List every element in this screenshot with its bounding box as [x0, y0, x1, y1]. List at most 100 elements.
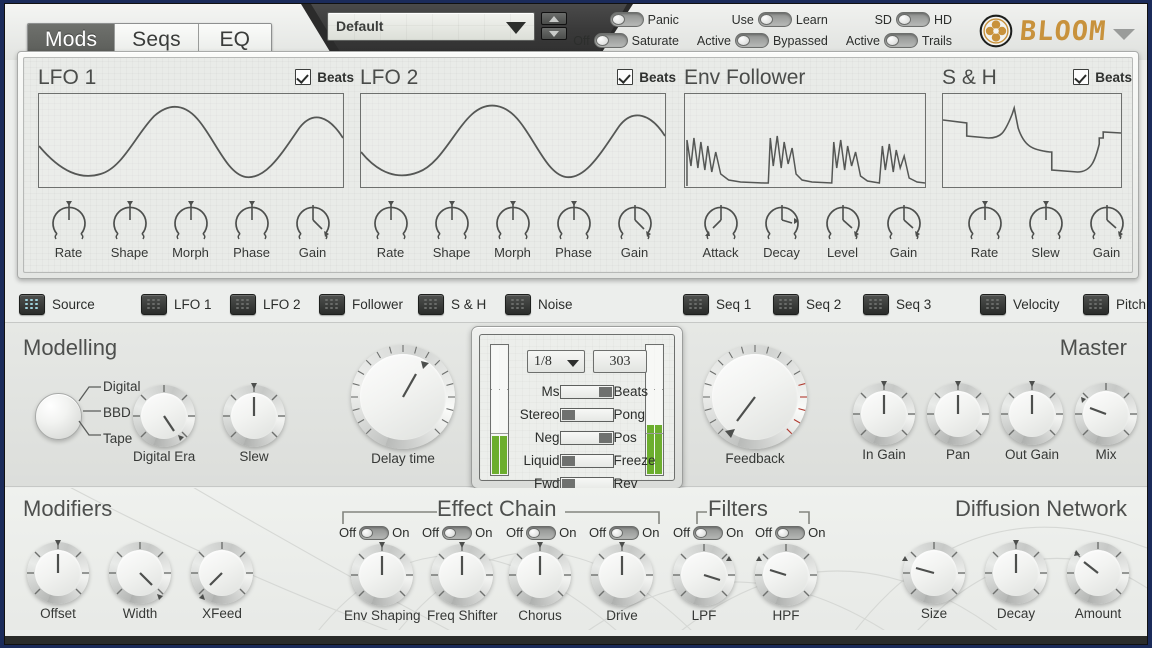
delay-switch-stereo-pong[interactable]: Stereo Pong	[514, 405, 659, 424]
knob-dial[interactable]	[351, 345, 455, 449]
neg-pos-switch[interactable]	[560, 431, 614, 445]
knob-lfo2-phase[interactable]: Phase	[543, 198, 604, 260]
knob-xfeed[interactable]: XFeed	[191, 542, 253, 621]
sh-waveform-display[interactable]	[942, 93, 1122, 188]
knob-lfo1-phase[interactable]: Phase	[221, 198, 282, 260]
brand-area[interactable]: BLOOM	[979, 14, 1135, 48]
knob-lfo2-shape[interactable]: Shape	[421, 198, 482, 260]
knob-lfo1-morph[interactable]: Morph	[160, 198, 221, 260]
knob-dial[interactable]	[927, 383, 989, 445]
lfo1-beats-toggle[interactable]: Beats	[295, 69, 354, 85]
lfo2-beats-checkbox[interactable]	[617, 69, 633, 85]
knob-dial[interactable]	[882, 198, 926, 242]
knob-drive[interactable]: Drive	[591, 544, 653, 623]
preset-next-button[interactable]	[541, 27, 567, 40]
panic-switch[interactable]	[610, 12, 644, 27]
knob-feedback[interactable]: Feedback	[703, 345, 807, 466]
knob-dial[interactable]	[27, 542, 89, 604]
delay-switch-ms-beats[interactable]: Ms Beats	[514, 382, 659, 401]
knob-sh-slew[interactable]: Slew	[1015, 198, 1076, 260]
source-button-lfo1[interactable]: LFO 1	[141, 294, 212, 315]
sh-beats-checkbox[interactable]	[1073, 69, 1089, 85]
sh-beats-toggle[interactable]: Beats	[1073, 69, 1132, 85]
knob-lfo2-morph[interactable]: Morph	[482, 198, 543, 260]
knob-dial[interactable]	[985, 542, 1047, 604]
knob-env-level[interactable]: Level	[812, 198, 873, 260]
source-button-lfo2[interactable]: LFO 2	[230, 294, 301, 315]
freq-shifter-switch[interactable]	[442, 526, 472, 540]
knob-lpf[interactable]: LPF	[673, 544, 735, 623]
toggle-env-shaping[interactable]: Off On	[339, 525, 409, 540]
knob-decay[interactable]: Decay	[985, 542, 1047, 621]
knob-lfo1-shape[interactable]: Shape	[99, 198, 160, 260]
knob-width[interactable]: Width	[109, 542, 171, 621]
knob-dial[interactable]	[613, 198, 657, 242]
lpf-switch[interactable]	[693, 526, 723, 540]
knob-dial[interactable]	[963, 198, 1007, 242]
source-button-seq1[interactable]: Seq 1	[683, 294, 751, 315]
knob-mix[interactable]: Mix	[1075, 383, 1137, 462]
delay-ms-field[interactable]: 303	[593, 350, 647, 373]
knob-dial[interactable]	[509, 544, 571, 606]
learn-switch[interactable]	[758, 12, 792, 27]
knob-offset[interactable]: Offset	[27, 542, 89, 621]
knob-dial[interactable]	[755, 544, 817, 606]
knob-amount[interactable]: Amount	[1067, 542, 1129, 621]
lfo2-beats-toggle[interactable]: Beats	[617, 69, 676, 85]
knob-dial[interactable]	[47, 198, 91, 242]
lfo1-beats-checkbox[interactable]	[295, 69, 311, 85]
knob-dial[interactable]	[109, 542, 171, 604]
drive-switch[interactable]	[609, 526, 639, 540]
env-shaping-switch[interactable]	[359, 526, 389, 540]
knob-dial[interactable]	[169, 198, 213, 242]
saturate-switch[interactable]	[594, 33, 628, 48]
division-dropdown[interactable]: 1/8	[527, 350, 585, 373]
toggle-chorus[interactable]: Off On	[506, 525, 576, 540]
stereo-pong-switch[interactable]	[560, 408, 614, 422]
knob-dial[interactable]	[1001, 383, 1063, 445]
knob-dial[interactable]	[853, 383, 915, 445]
source-button-source[interactable]: Source	[19, 294, 95, 315]
chorus-switch[interactable]	[526, 526, 556, 540]
lfo2-waveform-display[interactable]	[360, 93, 666, 188]
knob-sh-gain[interactable]: Gain	[1076, 198, 1137, 260]
source-button-seq3[interactable]: Seq 3	[863, 294, 931, 315]
source-button-noise[interactable]: Noise	[505, 294, 573, 315]
knob-freq-shifter[interactable]: Freq Shifter	[427, 544, 498, 623]
knob-dial[interactable]	[351, 544, 413, 606]
knob-modelling-slew[interactable]: Slew	[223, 385, 285, 464]
knob-dial[interactable]	[223, 385, 285, 447]
knob-dial[interactable]	[291, 198, 335, 242]
knob-dial[interactable]	[1067, 542, 1129, 604]
ms-beats-switch[interactable]	[560, 385, 614, 399]
knob-env-gain[interactable]: Gain	[873, 198, 934, 260]
knob-out-gain[interactable]: Out Gain	[1001, 383, 1063, 462]
knob-digital-era[interactable]: Digital Era	[133, 385, 195, 464]
knob-lfo1-gain[interactable]: Gain	[282, 198, 343, 260]
toggle-row-bypass[interactable]: Active Bypassed	[697, 32, 828, 49]
knob-in-gain[interactable]: In Gain	[853, 383, 915, 462]
knob-delay-time[interactable]: Delay time	[351, 345, 455, 466]
knob-dial[interactable]	[430, 198, 474, 242]
knob-dial[interactable]	[552, 198, 596, 242]
source-button-follower[interactable]: Follower	[319, 294, 403, 315]
knob-lfo2-gain[interactable]: Gain	[604, 198, 665, 260]
knob-dial[interactable]	[431, 544, 493, 606]
knob-dial[interactable]	[369, 198, 413, 242]
knob-dial[interactable]	[821, 198, 865, 242]
knob-hpf[interactable]: HPF	[755, 544, 817, 623]
knob-dial[interactable]	[1024, 198, 1068, 242]
toggle-lpf[interactable]: Off On	[673, 525, 743, 540]
knob-chorus[interactable]: Chorus	[509, 544, 571, 623]
hpf-switch[interactable]	[775, 526, 805, 540]
knob-dial[interactable]	[703, 345, 807, 449]
env-follower-display[interactable]	[684, 93, 926, 188]
knob-dial[interactable]	[1075, 383, 1137, 445]
toggle-hpf[interactable]: Off On	[755, 525, 825, 540]
source-button-velocity[interactable]: Velocity	[980, 294, 1060, 315]
knob-sh-rate[interactable]: Rate	[954, 198, 1015, 260]
knob-dial[interactable]	[591, 544, 653, 606]
knob-dial[interactable]	[133, 385, 195, 447]
toggle-row-learn[interactable]: Use Learn	[697, 11, 828, 28]
knob-env-attack[interactable]: Attack	[690, 198, 751, 260]
